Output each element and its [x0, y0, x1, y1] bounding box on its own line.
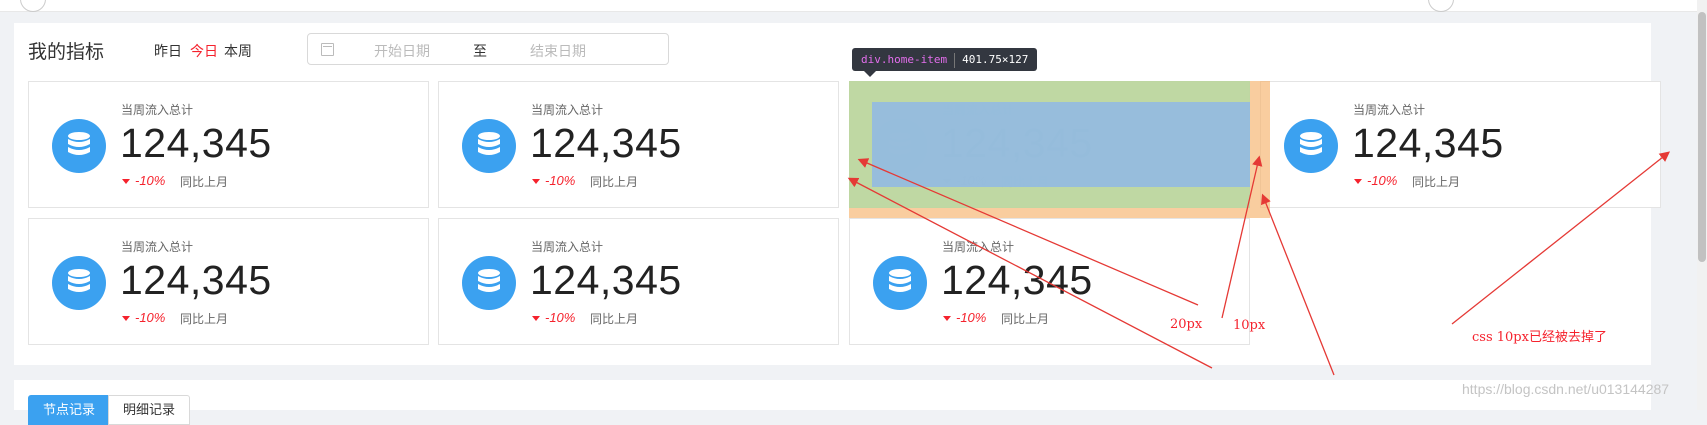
- avatar[interactable]: [1428, 0, 1454, 12]
- annotation-note: css 10px已经被去掉了: [1472, 330, 1607, 345]
- metric-change: -10%: [545, 173, 576, 188]
- watermark: https://blog.csdn.net/u013144287: [1462, 381, 1670, 397]
- date-range-picker[interactable]: 开始日期 至 结束日期: [307, 33, 669, 65]
- metric-value: 124,345: [530, 120, 682, 166]
- caret-down-icon: [532, 316, 540, 321]
- caret-down-icon: [943, 316, 951, 321]
- metric-card: 当周流入总计 124,345 -10% 同比上月: [849, 81, 1250, 208]
- metric-value: 124,345: [120, 120, 272, 166]
- metric-value: 124,345: [530, 257, 682, 303]
- metric-change: -10%: [545, 310, 576, 325]
- tab-node-records[interactable]: 节点记录: [28, 395, 111, 425]
- tooltip-arrow: [864, 71, 876, 77]
- metric-card: 当周流入总计 124,345 -10% 同比上月: [438, 81, 839, 208]
- tooltip-dimensions: 401.75×127: [962, 53, 1029, 66]
- metric-compare-label: 同比上月: [1001, 175, 1050, 189]
- date-range-separator: 至: [473, 43, 487, 59]
- metric-compare-label: 同比上月: [590, 175, 639, 189]
- metrics-panel: 我的指标 昨日 今日 本周 开始日期 至 结束日期 当周流入总计 124,345…: [14, 23, 1661, 365]
- database-icon: [462, 119, 516, 173]
- metric-compare-label: 同比上月: [180, 312, 229, 326]
- scrollbar-thumb[interactable]: [1698, 12, 1706, 262]
- metric-card: 当周流入总计 124,345 -10% 同比上月: [1260, 81, 1661, 208]
- metric-label: 当周流入总计: [531, 103, 604, 117]
- metric-card: 当周流入总计 124,345 -10% 同比上月: [438, 218, 839, 345]
- metric-label: 当周流入总计: [942, 103, 1015, 117]
- database-icon: [1284, 119, 1338, 173]
- caret-down-icon: [122, 179, 130, 184]
- devtools-element-tooltip: div.home-item 401.75×127: [852, 48, 1038, 71]
- caret-down-icon: [122, 316, 130, 321]
- metric-value: 124,345: [941, 257, 1093, 303]
- start-date-input[interactable]: 开始日期: [374, 41, 430, 61]
- period-today[interactable]: 今日: [190, 41, 218, 61]
- metric-card: 当周流入总计 124,345 -10% 同比上月: [28, 81, 429, 208]
- metric-change: -10%: [135, 173, 166, 188]
- metric-label: 当周流入总计: [942, 240, 1015, 254]
- metric-card: 当周流入总计 124,345 -10% 同比上月: [28, 218, 429, 345]
- calendar-icon: [321, 43, 334, 56]
- caret-down-icon: [532, 179, 540, 184]
- tooltip-selector: div.home-item: [861, 53, 948, 66]
- metric-compare-label: 同比上月: [1412, 175, 1461, 189]
- metric-label: 当周流入总计: [121, 103, 194, 117]
- database-icon: [462, 256, 516, 310]
- metric-compare-label: 同比上月: [1001, 312, 1050, 326]
- metric-compare-label: 同比上月: [180, 175, 229, 189]
- annotation-10px: 10px: [1233, 318, 1266, 333]
- metric-value: 124,345: [120, 257, 272, 303]
- metric-label: 当周流入总计: [1353, 103, 1426, 117]
- metric-change: -10%: [956, 173, 987, 188]
- metric-value: 124,345: [1352, 120, 1504, 166]
- records-tab-bar: 节点记录 明细记录: [14, 380, 1651, 425]
- metric-change: -10%: [1367, 173, 1398, 188]
- period-this-week[interactable]: 本周: [224, 41, 252, 61]
- database-icon: [52, 256, 106, 310]
- metric-value: 124,345: [941, 120, 1093, 166]
- scrollbar[interactable]: [1697, 0, 1707, 410]
- page-title: 我的指标: [28, 42, 105, 63]
- caret-down-icon: [943, 179, 951, 184]
- metric-change: -10%: [956, 310, 987, 325]
- metric-compare-label: 同比上月: [590, 312, 639, 326]
- metric-change: -10%: [135, 310, 166, 325]
- metric-label: 当周流入总计: [531, 240, 604, 254]
- period-yesterday[interactable]: 昨日: [154, 41, 182, 61]
- end-date-input[interactable]: 结束日期: [530, 41, 586, 61]
- caret-down-icon: [1354, 179, 1362, 184]
- annotation-20px: 20px: [1170, 317, 1203, 332]
- menu-toggle-icon[interactable]: [20, 0, 46, 12]
- database-icon: [873, 119, 927, 173]
- top-bar: [0, 0, 1707, 12]
- tab-detail-records[interactable]: 明细记录: [108, 395, 191, 425]
- database-icon: [873, 256, 927, 310]
- metric-label: 当周流入总计: [121, 240, 194, 254]
- database-icon: [52, 119, 106, 173]
